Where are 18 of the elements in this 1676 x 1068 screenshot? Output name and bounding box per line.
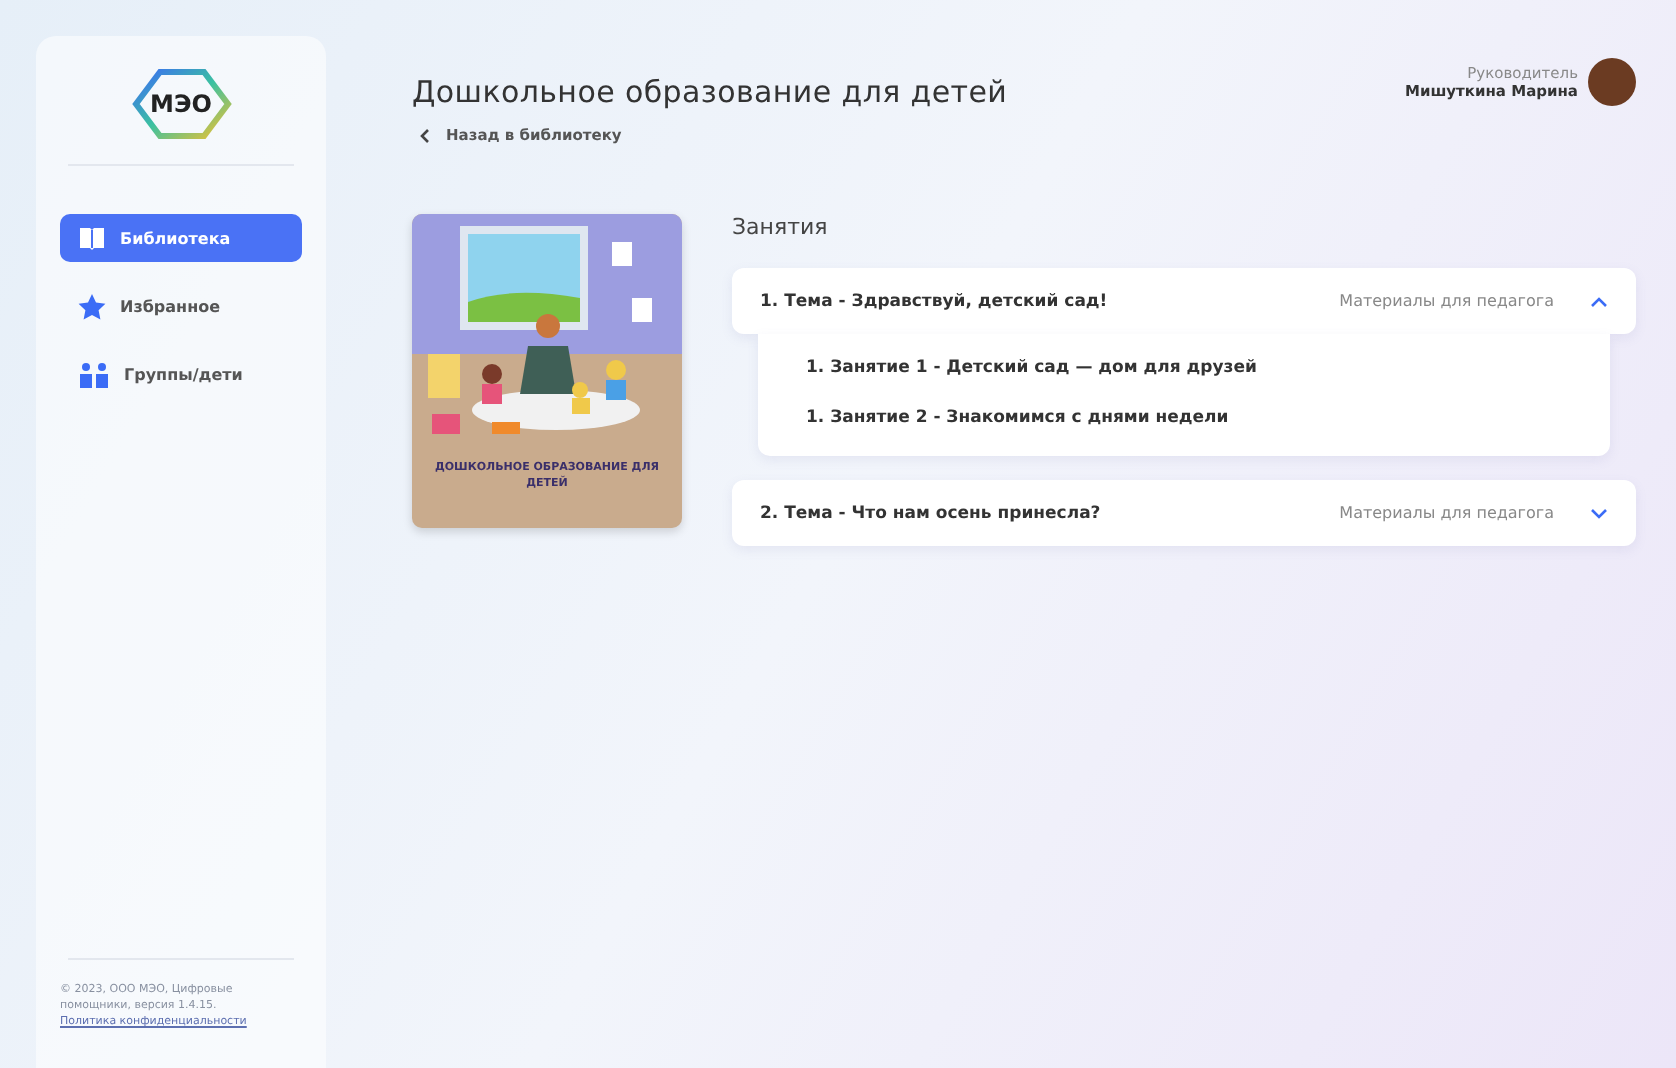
lesson-link[interactable]: 1. Занятие 1 - Детский сад — дом для друзей <box>806 358 1562 378</box>
sidebar-item[interactable]: Избранное <box>60 282 302 330</box>
star-icon <box>78 293 106 319</box>
chevron-icon <box>1590 295 1608 307</box>
hexagon-logo-icon <box>131 68 231 140</box>
book-icon <box>78 226 106 250</box>
topic-header[interactable]: 1. Тема - Здравствуй, детский сад! Материалы для педагога <box>732 268 1636 334</box>
section-title: Занятия <box>732 214 830 240</box>
lesson-link[interactable]: 1. Занятие 2 - Знакомимся с днями недели <box>806 408 1562 428</box>
sidebar-item[interactable]: Группы/дети <box>60 350 302 398</box>
logo-text: МЭО <box>150 90 212 118</box>
people-icon <box>78 361 110 387</box>
avatar[interactable] <box>1588 58 1636 106</box>
chevron-left-icon <box>418 127 430 143</box>
chevron-icon <box>1590 507 1608 519</box>
sidebar-item[interactable]: Библиотека <box>60 214 302 262</box>
topic-header[interactable]: 2. Тема - Что нам осень принесла? Материалы для педагога <box>732 480 1636 546</box>
page-title: Дошкольное образование для детей <box>412 74 1008 110</box>
